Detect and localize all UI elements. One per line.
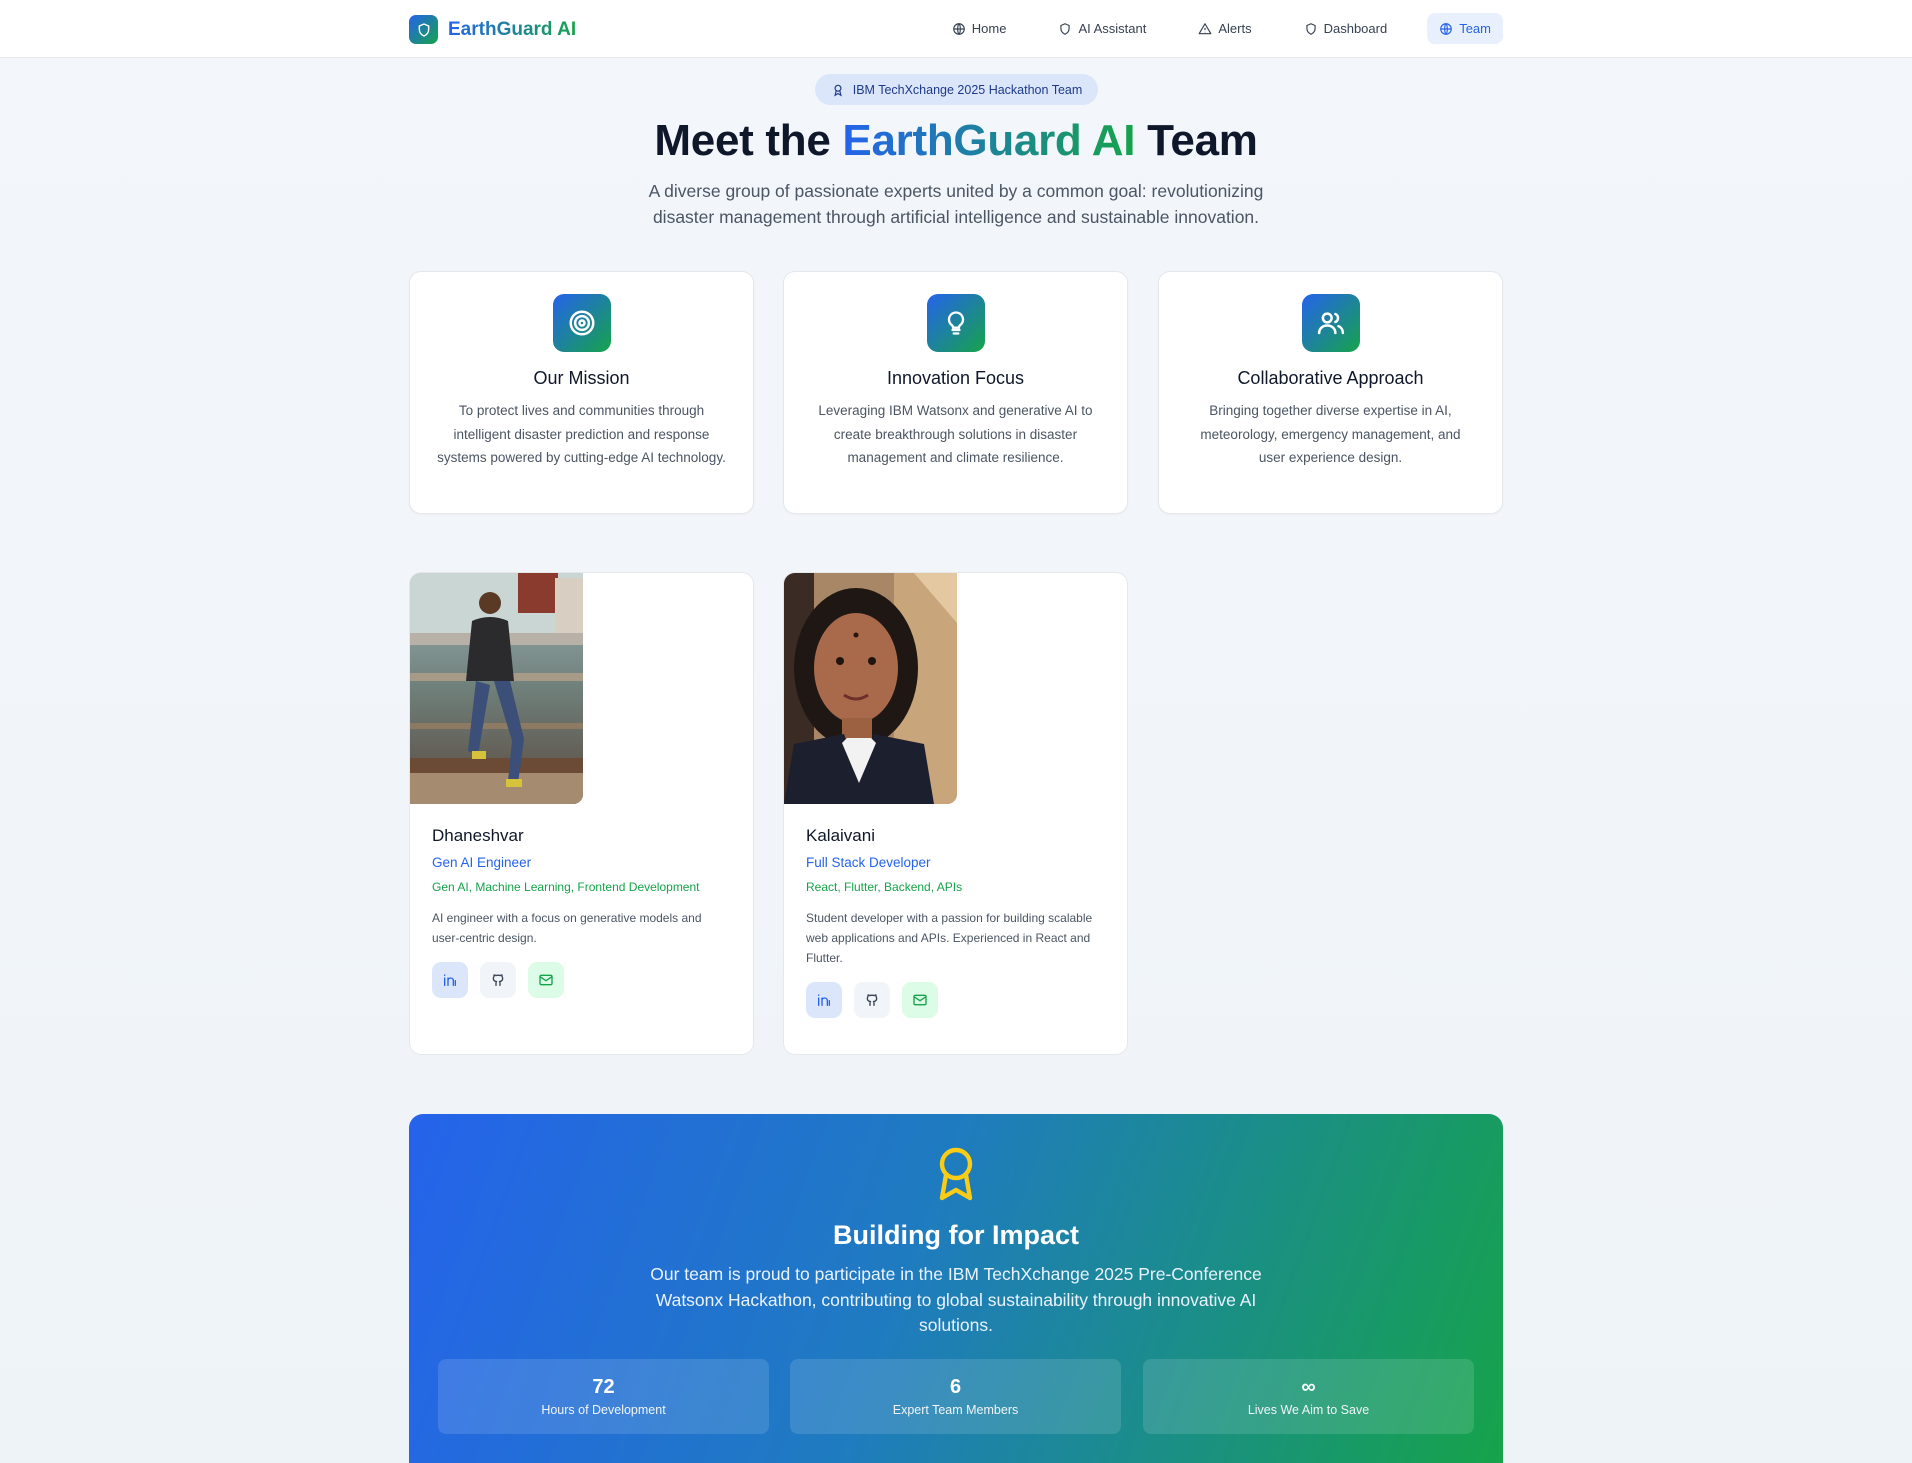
badge-label: IBM TechXchange 2025 Hackathon Team (852, 82, 1083, 97)
linkedin-button[interactable] (432, 962, 468, 998)
impact-section: Building for Impact Our team is proud to… (409, 1114, 1503, 1463)
feature-text: Bringing together diverse expertise in A… (1200, 403, 1461, 465)
member-bio: Student developer with a passion for bui… (806, 911, 1093, 965)
title-suffix: Team (1135, 116, 1258, 165)
member-name: Dhaneshvar (432, 826, 524, 845)
nav-ai-assistant[interactable]: AI Assistant (1046, 13, 1158, 44)
team-card-kalaivani: Kalaivani Full Stack Developer React, Fl… (783, 572, 1128, 1055)
stat-card-members: 6 Expert Team Members (790, 1359, 1121, 1434)
stat-card-hours: 72 Hours of Development (438, 1359, 769, 1434)
users-icon (1301, 294, 1360, 352)
globe-icon (952, 22, 965, 35)
nav-home[interactable]: Home (940, 13, 1019, 44)
member-skills: Gen AI, Machine Learning, Frontend Devel… (432, 880, 700, 894)
page-subtitle: A diverse group of passionate experts un… (648, 181, 1264, 227)
shield-icon (409, 15, 438, 44)
stat-value: 72 (592, 1376, 615, 1398)
feature-title: Innovation Focus (886, 368, 1025, 388)
shield-icon (1060, 22, 1071, 35)
feature-text: Leveraging IBM Watsonx and generative AI… (818, 403, 1093, 465)
globe-icon (1440, 22, 1453, 35)
member-photo (410, 573, 583, 804)
feature-card-collaboration: Collaborative Approach Bringing together… (1158, 271, 1503, 514)
title-prefix: Meet the (654, 116, 843, 165)
nav-home-label: Home (971, 21, 1007, 36)
nav-alerts[interactable]: Alerts (1186, 13, 1263, 44)
nav-ai-assistant-label: AI Assistant (1078, 21, 1147, 36)
feature-text: To protect lives and communities through… (437, 403, 726, 465)
member-skills: React, Flutter, Backend, APIs (806, 880, 963, 894)
stat-card-lives: ∞ Lives We Aim to Save (1143, 1359, 1474, 1434)
github-button[interactable] (854, 982, 890, 1018)
warning-triangle-icon (1198, 22, 1212, 34)
target-icon (552, 294, 611, 352)
team-card-dhaneshvar: Dhaneshvar Gen AI Engineer Gen AI, Machi… (409, 572, 754, 1055)
member-bio: AI engineer with a focus on generative m… (432, 911, 702, 945)
nav-team-label: Team (1459, 21, 1491, 36)
stat-label: Lives We Aim to Save (1247, 1403, 1370, 1417)
email-button[interactable] (528, 962, 564, 998)
feature-title: Collaborative Approach (1237, 368, 1424, 388)
impact-title: Building for Impact (833, 1220, 1079, 1250)
nav-team[interactable]: Team (1427, 13, 1503, 44)
feature-title: Our Mission (533, 368, 630, 388)
stat-value: ∞ (1301, 1376, 1316, 1398)
social-links (806, 982, 1105, 1018)
stat-value: 6 (949, 1376, 962, 1398)
social-links (432, 962, 731, 998)
github-icon (866, 994, 878, 1006)
lightbulb-icon (926, 294, 985, 352)
github-button[interactable] (480, 962, 516, 998)
nav-alerts-label: Alerts (1218, 21, 1252, 36)
linkedin-icon (818, 994, 830, 1006)
title-highlight: EarthGuard AI (842, 116, 1136, 165)
member-name: Kalaivani (806, 826, 875, 845)
member-role: Gen AI Engineer (432, 855, 532, 870)
hackathon-badge: IBM TechXchange 2025 Hackathon Team (815, 74, 1098, 105)
member-role: Full Stack Developer (806, 855, 931, 870)
award-icon (939, 1147, 973, 1201)
feature-card-innovation: Innovation Focus Leveraging IBM Watsonx … (783, 271, 1128, 514)
award-icon (833, 84, 842, 96)
linkedin-button[interactable] (806, 982, 842, 1018)
linkedin-icon (444, 974, 456, 986)
github-icon (492, 974, 504, 986)
nav-dashboard[interactable]: Dashboard (1292, 13, 1400, 44)
stat-label: Expert Team Members (892, 1403, 1019, 1417)
brand[interactable]: EarthGuard AI (409, 15, 576, 44)
brand-name: EarthGuard AI (448, 18, 577, 40)
mail-icon (539, 974, 553, 986)
page-title: Meet the EarthGuard AI Team (0, 116, 1912, 166)
email-button[interactable] (902, 982, 938, 1018)
stat-label: Hours of Development (541, 1403, 666, 1417)
mail-icon (913, 994, 927, 1006)
feature-card-mission: Our Mission To protect lives and communi… (409, 271, 754, 514)
member-photo (784, 573, 957, 804)
top-navbar: EarthGuard AI Home AI Assistant Alerts D… (0, 0, 1912, 58)
impact-text: Our team is proud to participate in the … (650, 1264, 1262, 1335)
main-nav: Home AI Assistant Alerts Dashboard Team (922, 13, 1503, 44)
shield-icon (1305, 22, 1316, 35)
nav-dashboard-label: Dashboard (1323, 21, 1388, 36)
